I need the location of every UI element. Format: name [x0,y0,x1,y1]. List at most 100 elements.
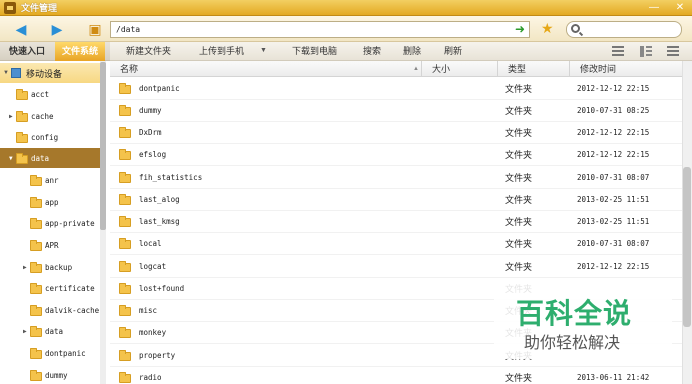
delete-button[interactable]: 删除 [403,42,421,61]
file-modified: 2012-12-12 22:15 [577,150,650,159]
folder-icon [30,218,42,229]
folder-icon [30,370,42,381]
folder-icon [30,262,42,273]
collapse-arrow-icon[interactable]: ▼ [3,70,9,76]
tree-item[interactable]: app-private [0,213,100,233]
file-row[interactable]: dontpanic 文件夹 2012-12-12 22:15 [110,78,682,100]
file-row[interactable]: logcat 文件夹 2012-12-12 22:15 [110,256,682,278]
tree-item[interactable]: app [0,192,100,212]
file-row[interactable]: local 文件夹 2010-07-31 08:07 [110,233,682,255]
tree-item-label: app-private [45,218,95,228]
folder-icon [30,283,42,294]
folder-icon [119,350,131,361]
file-row[interactable]: last_alog 文件夹 2013-02-25 11:51 [110,189,682,211]
detail-view-icon[interactable] [640,46,652,57]
tree-item-selected[interactable]: ▼ data [0,148,100,168]
tree-item[interactable]: APR [0,235,100,255]
tree-item-label: dontpanic [45,348,86,358]
expand-arrow-icon[interactable]: ▶ [9,113,15,120]
file-row[interactable]: fih_statistics 文件夹 2010-07-31 08:07 [110,167,682,189]
list-view-icon[interactable] [612,46,624,57]
file-row[interactable]: radio 文件夹 2013-06-11 21:42 [110,367,682,384]
folder-icon [16,111,28,122]
download-button[interactable]: 下载到电脑 [292,42,337,61]
toolbar: 新建文件夹 上传到手机 ▼ 下载到电脑 搜索 删除 刷新 [110,42,692,61]
file-list-scrollbar-thumb[interactable] [683,167,691,327]
list-header: 名称 ▲ 大小 类型 修改时间 [110,61,682,77]
menu-icon[interactable] [667,46,679,57]
star-icon[interactable]: ★ [541,20,557,36]
folder-icon [119,149,131,160]
column-header-name[interactable]: 名称 [110,61,422,77]
tree-item[interactable]: ▶ data [0,321,100,341]
search-input[interactable] [566,21,682,38]
file-modified: 2010-07-31 08:07 [577,239,650,248]
tree-item[interactable]: ▶ backup [0,257,100,277]
tree-item-label: app [45,197,59,207]
file-name: last_kmsg [139,217,180,226]
folder-icon [30,175,42,186]
path-input[interactable]: /data [110,21,530,38]
folder-icon [119,83,131,94]
tab-quick-access[interactable]: 快速入口 [0,42,54,61]
file-row[interactable]: dummy 文件夹 2010-07-31 08:25 [110,100,682,122]
back-arrow-icon[interactable]: ◀ [12,21,30,37]
file-modified: 2010-07-31 08:25 [577,106,650,115]
tree-item[interactable]: certificate [0,278,100,298]
file-type: 文件夹 [505,373,533,383]
tree-item-device[interactable]: ▼ 移动设备 [0,63,100,83]
new-folder-button[interactable]: 新建文件夹 [126,42,171,61]
expand-arrow-icon[interactable]: ▶ [23,328,29,335]
folder-icon [119,261,131,272]
tree-item[interactable]: dummy [0,365,100,384]
file-modified: 2013-02-25 11:51 [577,217,650,226]
forward-arrow-icon[interactable]: ▶ [48,21,66,37]
file-row[interactable]: DxDrm 文件夹 2012-12-12 22:15 [110,122,682,144]
column-header-size[interactable]: 大小 [422,61,498,77]
tree-item[interactable]: ▶ cache [0,106,100,126]
tab-file-system[interactable]: 文件系统 [55,42,105,61]
file-name: radio [139,373,162,382]
file-type: 文件夹 [505,84,533,94]
tree-item[interactable]: dontpanic [0,343,100,363]
folder-icon [119,105,131,116]
file-name: dummy [139,106,162,115]
tree-item[interactable]: dalvik-cache [0,300,100,320]
folder-icon [16,153,28,164]
folder-icon [119,283,131,294]
sidebar-tabs: 快速入口 文件系统 [0,42,110,61]
folder-icon [16,89,28,100]
file-row[interactable]: last_kmsg 文件夹 2013-02-25 11:51 [110,211,682,233]
minimize-icon[interactable]: — [648,2,660,14]
column-header-modified[interactable]: 修改时间 [570,61,682,77]
sidebar-scrollbar-thumb[interactable] [100,62,106,230]
folder-icon [119,172,131,183]
up-folder-icon[interactable]: ▣ [86,21,104,37]
close-icon[interactable]: ✕ [674,2,686,14]
file-name: logcat [139,262,167,271]
watermark-title: 百科全说 [516,297,633,330]
folder-icon [119,127,131,138]
refresh-button[interactable]: 刷新 [444,42,462,61]
folder-icon [30,197,42,208]
tree-item[interactable]: anr [0,170,100,190]
file-name: last_alog [139,195,180,204]
collapse-arrow-icon[interactable]: ▼ [9,155,15,162]
column-header-type[interactable]: 类型 [498,61,570,77]
folder-tree: ▼ 移动设备 acct ▶ cache config ▼ data anr ap… [0,61,106,384]
file-name: dontpanic [139,84,180,93]
search-button[interactable]: 搜索 [363,42,381,61]
sort-arrow-icon: ▲ [413,66,419,72]
file-modified: 2012-12-12 22:15 [577,128,650,137]
tree-item[interactable]: acct [0,84,100,104]
file-row[interactable]: efslog 文件夹 2012-12-12 22:15 [110,144,682,166]
file-modified: 2010-07-31 08:07 [577,173,650,182]
tree-item-label: cache [31,111,54,121]
tree-item[interactable]: config [0,127,100,147]
upload-dropdown-icon[interactable]: ▼ [260,42,267,61]
expand-arrow-icon[interactable]: ▶ [23,264,29,271]
go-arrow-icon[interactable]: ➜ [515,23,527,35]
upload-button[interactable]: 上传到手机 [199,42,244,61]
folder-icon [119,305,131,316]
file-name: local [139,239,162,248]
